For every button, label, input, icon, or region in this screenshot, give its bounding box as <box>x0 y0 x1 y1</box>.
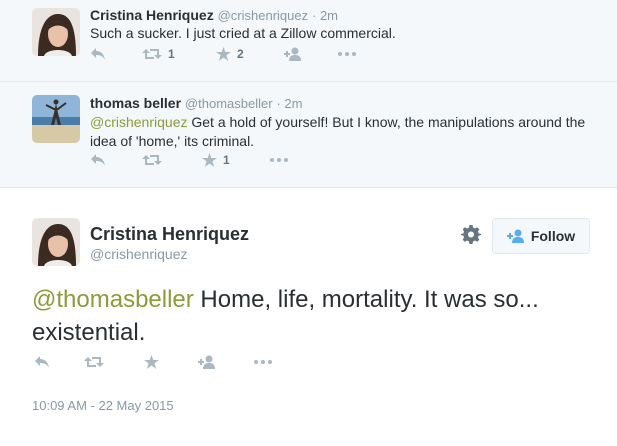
tweet-time[interactable]: · 2m <box>276 96 302 111</box>
more-button[interactable] <box>270 152 288 168</box>
retweet-icon <box>142 155 162 165</box>
reply-icon <box>35 356 49 368</box>
more-icon <box>338 52 356 56</box>
permalink-tweet: Cristina Henriquez @crishenriquez Follow… <box>0 188 617 446</box>
avatar[interactable] <box>32 218 80 266</box>
mention-link[interactable]: @crishenriquez <box>90 114 187 130</box>
tweet-timestamp[interactable]: 10:09 AM - 22 May 2015 <box>32 398 174 413</box>
context-tweet-cristina[interactable]: Cristina Henriquez @crishenriquez · 2m S… <box>0 0 617 82</box>
retweet-icon <box>84 357 104 367</box>
more-button[interactable] <box>254 354 272 370</box>
avatar[interactable] <box>32 8 80 56</box>
retweet-icon <box>142 49 162 59</box>
favorite-icon <box>202 153 217 167</box>
favorite-button[interactable] <box>144 354 159 370</box>
author-name[interactable]: thomas beller @thomasbeller · 2m <box>90 95 302 111</box>
more-icon <box>254 360 272 364</box>
author-handle[interactable]: @crishenriquez <box>90 246 187 262</box>
more-icon <box>270 158 288 162</box>
follow-label: Follow <box>530 228 576 244</box>
reply-icon <box>91 48 105 60</box>
retweet-button[interactable] <box>142 152 162 168</box>
author-handle[interactable]: @crishenriquez <box>218 8 309 23</box>
favorite-icon <box>144 355 159 369</box>
favorite-button[interactable]: 2 <box>216 46 244 62</box>
reply-button[interactable] <box>90 46 106 62</box>
reply-button[interactable] <box>90 152 106 168</box>
tweet-text: @crishenriquez Get a hold of yourself! B… <box>90 113 600 151</box>
follow-button[interactable] <box>284 46 302 62</box>
mention-link[interactable]: @thomasbeller <box>32 286 194 313</box>
retweet-button[interactable]: 1 <box>142 46 175 62</box>
follow-icon <box>198 355 215 369</box>
reply-button[interactable] <box>34 354 50 370</box>
retweet-count: 1 <box>168 47 175 61</box>
retweet-button[interactable] <box>84 354 104 370</box>
tweet-text: @thomasbeller Home, life, mortality. It … <box>32 283 592 349</box>
follow-button[interactable]: Follow <box>492 218 590 254</box>
gear-icon <box>461 225 481 244</box>
tweet-time[interactable]: · 2m <box>312 8 338 23</box>
more-button[interactable] <box>338 46 356 62</box>
author-name[interactable]: Cristina Henriquez <box>90 224 249 245</box>
context-tweet-thomas[interactable]: thomas beller @thomasbeller · 2m @crishe… <box>0 82 617 188</box>
favorite-button[interactable]: 1 <box>202 152 230 168</box>
follow-button[interactable] <box>198 354 216 370</box>
author-name-text[interactable]: Cristina Henriquez <box>90 7 214 23</box>
avatar[interactable] <box>32 95 80 143</box>
favorite-icon <box>216 47 231 61</box>
favorite-count: 1 <box>223 153 230 167</box>
author-name-text[interactable]: thomas beller <box>90 95 181 111</box>
tweet-text: Such a sucker. I just cried at a Zillow … <box>90 25 396 41</box>
follow-icon <box>506 229 524 243</box>
reply-icon <box>91 154 105 166</box>
favorite-count: 2 <box>237 47 244 61</box>
follow-icon <box>284 47 301 61</box>
gear-button[interactable] <box>461 224 481 244</box>
author-handle[interactable]: @thomasbeller <box>185 96 273 111</box>
author-name[interactable]: Cristina Henriquez @crishenriquez · 2m <box>90 7 338 23</box>
